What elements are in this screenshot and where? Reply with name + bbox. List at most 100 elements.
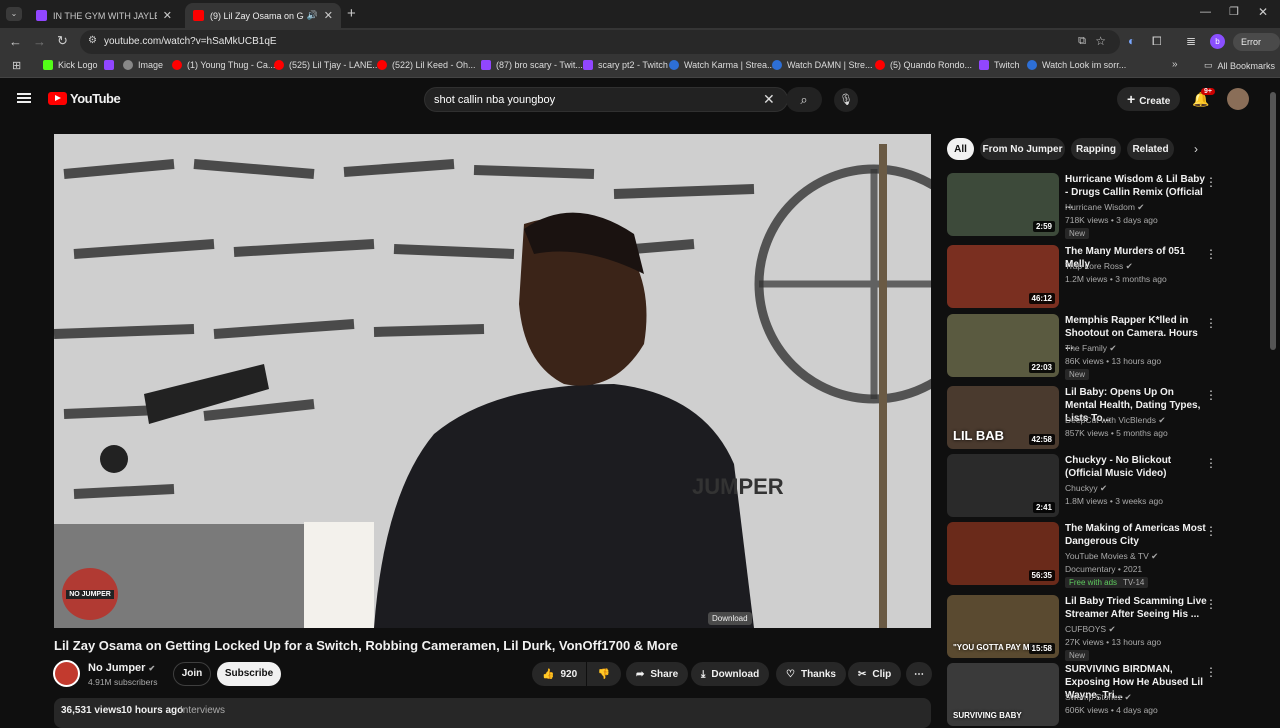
recommended-channel[interactable]: Swamp Storiez ✔ <box>1065 691 1132 703</box>
extension-icon[interactable]: ◐ <box>1128 34 1135 48</box>
recommended-title[interactable]: Chuckyy - No Blickout (Official Music Vi… <box>1065 454 1207 480</box>
close-window-button[interactable]: ✕ <box>1258 5 1268 19</box>
bookmark-item[interactable]: (522) Lil Keed - Oh... <box>377 60 476 70</box>
media-control-icon[interactable]: ≣ <box>1186 34 1196 48</box>
more-vert-icon[interactable]: ⋮ <box>1205 597 1217 611</box>
site-info-icon[interactable]: ⚙ <box>88 35 97 46</box>
video-thumbnail[interactable]: SURVIVING BABY <box>947 663 1059 726</box>
bookmark-item[interactable]: scary pt2 - Twitch <box>583 60 668 70</box>
filter-chip-channel[interactable]: From No Jumper <box>980 138 1065 160</box>
dislike-button[interactable]: 👎 <box>587 662 621 686</box>
create-button[interactable]: + Create <box>1117 87 1181 111</box>
puzzle-icon[interactable]: ⧠ <box>1152 34 1162 49</box>
close-tab-icon[interactable]: ✕ <box>163 9 172 22</box>
video-thumbnail[interactable]: 46:12 <box>947 245 1059 308</box>
recommended-channel[interactable]: CUFBOYS ✔ <box>1065 623 1116 635</box>
recommended-title[interactable]: Lil Baby Tried Scamming Live Streamer Af… <box>1065 595 1207 621</box>
video-thumbnail[interactable]: 56:35 <box>947 522 1059 585</box>
download-button[interactable]: ⤓ Download <box>691 662 770 686</box>
profile-avatar[interactable]: b <box>1210 34 1225 49</box>
more-vert-icon[interactable]: ⋮ <box>1205 388 1217 402</box>
close-tab-icon[interactable]: ✕ <box>324 9 333 22</box>
bookmark-item[interactable]: Image <box>123 60 163 70</box>
subscribe-button[interactable]: Subscribe <box>217 662 281 686</box>
recommended-video[interactable]: 46:12 The Many Murders of 051 Melly Trap L… <box>947 245 1237 309</box>
reload-icon[interactable]: ↻ <box>57 33 68 49</box>
filter-chip-related[interactable]: Related <box>1127 138 1174 160</box>
recommended-channel[interactable]: YouTube Movies & TV ✔ <box>1065 550 1158 562</box>
more-vert-icon[interactable]: ⋮ <box>1205 456 1217 470</box>
recommended-video[interactable]: 2:59 Hurricane Wisdom & Lil Baby - Drugs … <box>947 173 1237 239</box>
recommended-channel[interactable]: Hurricane Wisdom ✔ <box>1065 201 1144 213</box>
video-thumbnail[interactable]: "YOU GOTTA PAY ME" 15:58 <box>947 595 1059 658</box>
chevron-right-icon[interactable]: » <box>1172 59 1178 70</box>
error-button[interactable]: Error ⋮ <box>1233 33 1280 65</box>
back-arrow-icon[interactable]: ← <box>9 34 22 49</box>
recommended-video[interactable]: SURVIVING BABY SURVIVING BIRDMAN, Exposin… <box>947 663 1237 727</box>
description-box[interactable]: 36,531 views 10 hours ago Interviews <box>54 698 931 728</box>
bookmark-star-icon[interactable]: ☆ <box>1095 34 1106 48</box>
filter-chip-all[interactable]: All <box>947 138 974 160</box>
new-tab-button[interactable]: + <box>347 5 356 22</box>
search-button[interactable]: ⌕ <box>786 87 822 112</box>
bookmark-item[interactable]: Twitch <box>979 60 1020 70</box>
bookmark-item[interactable]: (87) bro scary - Twit... <box>481 60 583 70</box>
bookmark-item[interactable]: Watch Look im sorr... <box>1027 60 1126 70</box>
recommended-video[interactable]: 56:35 The Making of Americas Most Dangero… <box>947 522 1237 588</box>
video-thumbnail[interactable]: LIL BAB 42:58 <box>947 386 1059 449</box>
apps-grid-icon[interactable]: ⊞ <box>12 59 21 72</box>
clip-button[interactable]: ✂ Clip <box>848 662 902 686</box>
recommended-channel[interactable]: Trap Lore Ross ✔ <box>1065 260 1133 272</box>
like-button[interactable]: 👍 920 <box>532 662 586 686</box>
more-vert-icon[interactable]: ⋮ <box>1205 316 1217 330</box>
more-vert-icon[interactable]: ⋮ <box>1205 175 1217 189</box>
speaker-icon[interactable]: 🔊 <box>307 10 318 21</box>
chevron-right-icon[interactable]: › <box>1194 142 1198 156</box>
recommended-title[interactable]: The Making of Americas Most Dangerous Ci… <box>1065 522 1207 548</box>
bookmark-item[interactable]: (525) Lil Tjay - LANE... <box>274 60 380 70</box>
share-button[interactable]: ➦ Share <box>626 662 689 686</box>
recommended-video[interactable]: LIL BAB 42:58 Lil Baby: Opens Up On Mental… <box>947 386 1237 450</box>
notifications-button[interactable]: 🔔 9+ <box>1192 88 1215 108</box>
tab-youtube[interactable]: (9) Lil Zay Osama on Gettin 🔊 ✕ <box>185 3 341 28</box>
video-thumbnail[interactable]: 2:59 <box>947 173 1059 236</box>
clear-icon[interactable]: ✕ <box>763 91 775 108</box>
bookmark-item[interactable]: Watch Karma | Strea... <box>669 60 775 70</box>
video-thumbnail[interactable]: 22:03 <box>947 314 1059 377</box>
tab-search-button[interactable]: ⌄ <box>6 7 22 21</box>
channel-avatar[interactable] <box>53 660 80 687</box>
bookmark-item[interactable]: (1) Young Thug - Ca... <box>172 60 275 70</box>
join-button[interactable]: Join <box>173 662 211 686</box>
scrollbar[interactable] <box>1270 92 1276 350</box>
bookmark-item[interactable]: Watch DAMN | Stre... <box>772 60 873 70</box>
search-input[interactable]: shot callin nba youngboy ✕ <box>424 87 788 112</box>
menu-icon[interactable] <box>17 93 31 103</box>
voice-search-button[interactable]: 🎙 <box>834 88 858 112</box>
forward-arrow-icon[interactable]: → <box>33 34 46 49</box>
all-bookmarks[interactable]: ▭ All Bookmarks <box>1204 60 1275 71</box>
filter-chip-rapping[interactable]: Rapping <box>1071 138 1121 160</box>
recommended-channel[interactable]: The Family ✔ <box>1065 342 1117 354</box>
maximize-button[interactable]: ❐ <box>1229 5 1239 18</box>
thanks-button[interactable]: ♡ Thanks <box>776 662 846 686</box>
recommended-video[interactable]: "YOU GOTTA PAY ME" 15:58 Lil Baby Tried Sc… <box>947 595 1237 661</box>
youtube-logo[interactable]: YouTube <box>48 91 121 106</box>
more-actions-button[interactable]: ⋯ <box>906 662 932 686</box>
more-vert-icon[interactable]: ⋮ <box>1205 665 1217 679</box>
address-bar[interactable]: ⚙ youtube.com/watch?v=hSaMkUCB1qE ⧉ ☆ <box>80 30 1120 54</box>
minimize-button[interactable]: — <box>1200 6 1211 18</box>
install-icon[interactable]: ⧉ <box>1078 35 1086 48</box>
video-player[interactable]: JUMPER NO JUMPER <box>54 134 931 628</box>
tab-gym[interactable]: IN THE GYM WITH JAYLEN BRO ✕ <box>28 3 180 28</box>
recommended-channel[interactable]: DeepCut with VicBlends ✔ <box>1065 414 1166 426</box>
recommended-video[interactable]: 22:03 Memphis Rapper K*lled in Shootout o… <box>947 314 1237 380</box>
channel-name[interactable]: No Jumper ✔ <box>88 662 155 674</box>
more-vert-icon[interactable]: ⋮ <box>1205 247 1217 261</box>
video-thumbnail[interactable]: 2:41 <box>947 454 1059 517</box>
more-vert-icon[interactable]: ⋮ <box>1205 524 1217 538</box>
bookmark-item[interactable] <box>104 60 119 70</box>
bookmark-item[interactable]: Kick Logo <box>43 60 98 70</box>
account-avatar[interactable] <box>1227 88 1249 110</box>
bookmark-item[interactable]: (5) Quando Rondo... <box>875 60 972 70</box>
recommended-channel[interactable]: Chuckyy ✔ <box>1065 482 1107 494</box>
